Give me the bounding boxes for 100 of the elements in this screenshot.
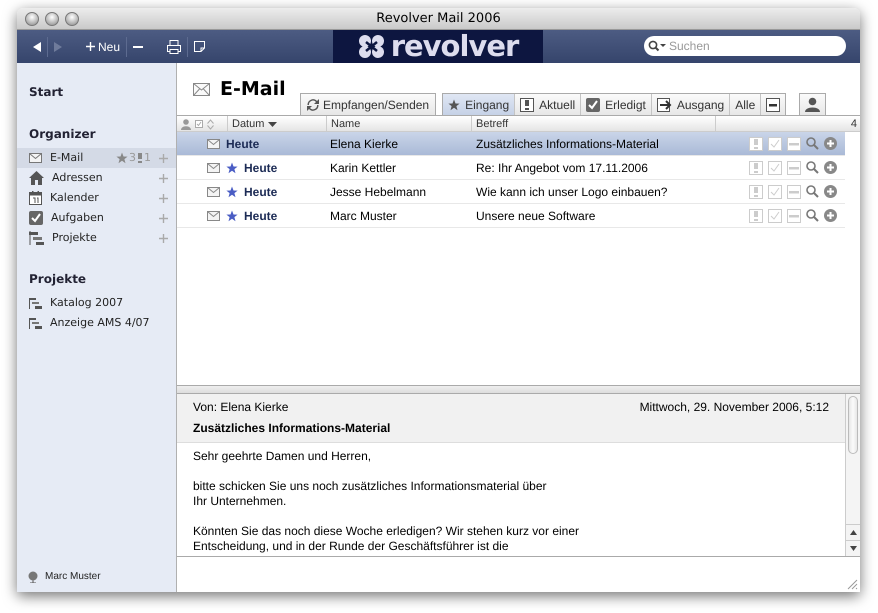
- subject-cell-text: Unsere neue Software: [475, 208, 596, 224]
- printer-icon: [167, 40, 182, 54]
- zoom-button[interactable]: [65, 12, 79, 26]
- sidebar-item[interactable]: E-Mail 3 1: [17, 148, 176, 168]
- date-cell-text: Heute: [244, 184, 278, 200]
- flagged-count: 1: [144, 150, 151, 166]
- contact-button[interactable]: [799, 93, 826, 115]
- plus-circle-icon: [824, 161, 837, 174]
- minimize-button[interactable]: [45, 12, 59, 26]
- starred-count: 3: [129, 150, 136, 166]
- add-button[interactable]: [159, 154, 168, 162]
- plus-circle-icon: [824, 185, 837, 198]
- name-cell-text: Elena Kierke: [329, 136, 400, 152]
- message-row[interactable]: Heute Elena Kierke Zusätzliches Informations-Material: [177, 132, 845, 156]
- exclamation-icon: [137, 153, 143, 163]
- checkbox-icon: [195, 120, 203, 128]
- message-paragraph: Sehr geehrte Damen und Herren,: [193, 449, 372, 464]
- resize-grip-icon: [847, 579, 858, 590]
- checkbox-icon: [768, 160, 782, 174]
- minus-box-icon: [766, 98, 780, 112]
- search-icon: [648, 40, 666, 52]
- envelope-icon: [207, 138, 220, 148]
- minus-box-icon: [787, 160, 801, 174]
- message-row[interactable]: Heute Jesse Hebelmann Wie kann ich unser Logo einbauen?: [177, 180, 845, 204]
- filter-tab[interactable]: Aktuell: [515, 94, 582, 115]
- scrollbar[interactable]: [845, 394, 860, 556]
- send-receive-button[interactable]: Empfangen/Senden: [300, 93, 436, 115]
- checkbox-icon: [768, 208, 782, 222]
- date-cell-text: Heute: [244, 208, 278, 224]
- envelope-icon: [207, 162, 220, 172]
- up-arrow-icon: [850, 530, 856, 535]
- add-button[interactable]: [159, 214, 168, 222]
- sidebar-item[interactable]: Adressen: [17, 168, 176, 188]
- plus-icon: [159, 234, 168, 242]
- minus-icon: [133, 46, 144, 48]
- sidebar-heading: Projekte: [28, 271, 88, 288]
- splitter-bar[interactable]: [177, 386, 860, 394]
- sidebar-item[interactable]: Kalender: [17, 188, 176, 208]
- envelope-icon: [207, 210, 220, 220]
- star-icon: [116, 152, 128, 164]
- caret-icon: [268, 122, 278, 127]
- right-arrow-icon: [54, 42, 62, 52]
- name-cell-text: Marc Muster: [329, 208, 398, 224]
- message-paragraph: Könnten Sie das noch diese Woche erledigen? Wir stehen kurz vor einer Entscheidung, und in der Runde der Geschäftsführer ist die: [193, 524, 580, 554]
- sidebar-item[interactable]: Anzeige AMS 4/07: [17, 313, 176, 333]
- user-name: Marc Muster: [45, 570, 101, 584]
- page-title: E-Mail: [220, 77, 286, 102]
- name-cell-text: Karin Kettler: [329, 160, 398, 176]
- collapse-button[interactable]: [761, 94, 786, 115]
- add-button[interactable]: [159, 234, 168, 242]
- flag-box-icon: [749, 208, 763, 222]
- sidebar-heading: Organizer: [28, 126, 97, 143]
- search-field[interactable]: Suchen: [644, 36, 846, 56]
- new-button[interactable]: Neu: [80, 36, 126, 58]
- date-cell-text: Heute: [244, 160, 278, 176]
- subject-cell-text: Wie kann ich unser Logo einbauen?: [475, 184, 668, 200]
- plus-icon: [86, 42, 95, 51]
- add-button[interactable]: [159, 194, 168, 202]
- sender: Von: Elena Kierke: [193, 399, 288, 416]
- sidebar-item[interactable]: Aufgaben: [17, 208, 176, 228]
- plus-icon: [159, 214, 168, 222]
- calendar-icon: [29, 191, 42, 205]
- subject-cell-text: Zusätzliches Informations-Material: [475, 136, 660, 152]
- flag-box-icon: [749, 160, 763, 174]
- checkbox-icon: [586, 98, 600, 112]
- subject-cell-text: Re: Ihr Angebot vom 17.11.2006: [475, 160, 649, 176]
- logo-text: revolver: [390, 32, 518, 61]
- filter-tab[interactable]: Ausgang: [652, 94, 730, 115]
- flag-box-icon: [749, 184, 763, 198]
- sidebar-item[interactable]: Katalog 2007: [17, 293, 176, 313]
- flag-box-icon: [520, 98, 534, 112]
- clover-icon: [358, 34, 385, 59]
- close-button[interactable]: [25, 12, 39, 26]
- sidebar-heading[interactable]: Start: [17, 83, 176, 101]
- minus-box-icon: [787, 184, 801, 198]
- date-cell-text: Heute: [226, 136, 260, 152]
- envelope-icon: [29, 153, 42, 163]
- window-title: Revolver Mail 2006: [375, 10, 502, 28]
- project-icon: [29, 298, 42, 308]
- filter-tab[interactable]: Alle: [730, 94, 762, 115]
- checkbox-icon: [768, 136, 782, 150]
- minus-box-icon: [787, 136, 801, 150]
- envelope-icon: [193, 82, 210, 96]
- project-icon: [29, 231, 44, 245]
- sidebar-item[interactable]: Projekte: [17, 228, 176, 248]
- scroll-thumb[interactable]: [848, 396, 858, 454]
- star-icon: [226, 210, 238, 222]
- search-icon: [806, 161, 819, 174]
- add-button[interactable]: [159, 174, 168, 182]
- message-row[interactable]: Heute Karin Kettler Re: Ihr Angebot vom 17.11.2006: [177, 156, 845, 180]
- plus-icon: [159, 194, 168, 202]
- envelope-icon: [207, 186, 220, 196]
- checkbox-icon: [768, 184, 782, 198]
- filter-tab[interactable]: Eingang: [443, 94, 516, 115]
- minus-box-icon: [787, 208, 801, 222]
- filter-tab[interactable]: Erledigt: [581, 94, 652, 115]
- message-row[interactable]: Heute Marc Muster Unsere neue Software: [177, 204, 845, 228]
- search-icon: [806, 137, 819, 150]
- arrow-box-icon: [656, 98, 672, 112]
- house-icon: [29, 171, 44, 185]
